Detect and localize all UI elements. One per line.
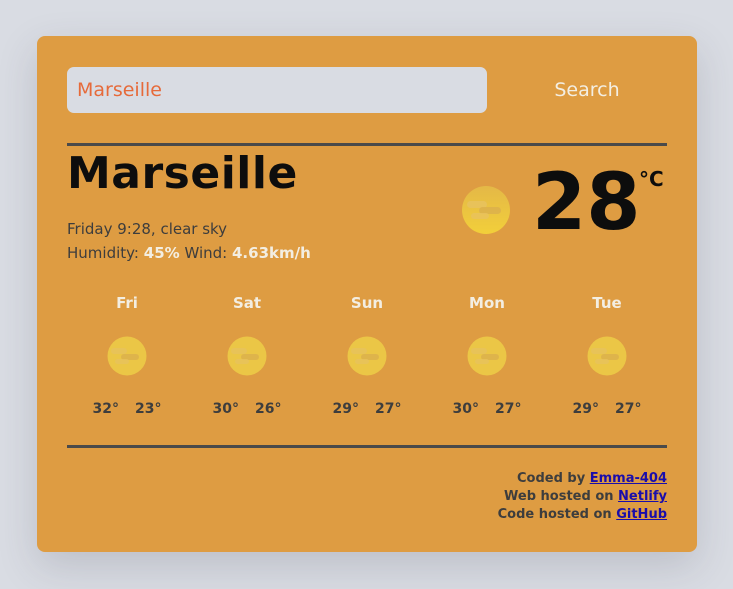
forecast-day: Fri 32° 23° [67, 294, 187, 424]
sun-cloud-icon [462, 186, 510, 234]
forecast-day-name: Sun [350, 294, 384, 312]
search-input[interactable] [67, 67, 487, 113]
netlify-link[interactable]: Netlify [618, 489, 667, 504]
credit-code: Code hosted on GitHub [498, 506, 667, 524]
forecast-day-name: Sat [232, 294, 262, 312]
current-temperature: 28 [532, 158, 641, 248]
forecast-day-name: Fri [116, 294, 138, 312]
forecast-temps: 32° 23° [67, 401, 187, 417]
forecast-day: Mon 30° 27° [427, 294, 547, 424]
credit-code-prefix: Code hosted on [497, 507, 612, 522]
forecast-day: Tue 29° 27° [547, 294, 667, 424]
forecast-max: 30° [212, 401, 239, 417]
forecast-day: Sat 30° 26° [187, 294, 307, 424]
forecast-temps: 29° 27° [307, 401, 427, 417]
forecast-min: 27° [375, 401, 402, 417]
forecast-temps: 30° 27° [427, 401, 547, 417]
weather-details: Friday 9:28, clear sky Humidity: 45% Win… [67, 217, 311, 265]
bottom-divider [67, 445, 667, 448]
sun-cloud-icon [467, 336, 507, 376]
credit-hosted: Web hosted on Netlify [498, 488, 667, 506]
forecast-min: 27° [615, 401, 642, 417]
wind-label: Wind: [184, 244, 228, 262]
city-name: Marseille [67, 148, 298, 199]
sun-cloud-icon [227, 336, 267, 376]
humidity-label: Humidity: [67, 244, 139, 262]
github-link[interactable]: GitHub [616, 507, 667, 522]
search-button[interactable]: Search [507, 67, 667, 113]
sun-cloud-icon [347, 336, 387, 376]
wind-value: 4.63km/h [232, 244, 311, 262]
sun-cloud-icon [587, 336, 627, 376]
credit-coded-prefix: Coded by [516, 471, 586, 486]
forecast-day-name: Mon [469, 294, 505, 312]
forecast-min: 27° [495, 401, 522, 417]
top-divider [67, 143, 667, 146]
credits: Coded by Emma-404 Web hosted on Netlify … [498, 470, 667, 524]
forecast-min: 23° [135, 401, 162, 417]
forecast-max: 29° [332, 401, 359, 417]
forecast-temps: 29° 27° [547, 401, 667, 417]
humidity-value: 45% [143, 244, 180, 262]
weather-card: Search Marseille Friday 9:28, clear sky … [37, 36, 697, 552]
credit-coded: Coded by Emma-404 [498, 470, 667, 488]
author-link[interactable]: Emma-404 [590, 471, 667, 486]
search-form: Search [67, 67, 667, 113]
forecast-row: Fri 32° 23° Sat 30° 26° Sun 29° 27° Mon … [67, 294, 667, 424]
forecast-max: 30° [452, 401, 479, 417]
date-description: Friday 9:28, clear sky [67, 220, 228, 238]
credit-hosted-prefix: Web hosted on [504, 489, 614, 504]
forecast-max: 32° [92, 401, 119, 417]
forecast-day-name: Tue [592, 294, 622, 312]
humidity-wind-line: Humidity: 45% Wind: 4.63km/h [67, 241, 311, 265]
temperature-unit-celsius[interactable]: °C [639, 167, 664, 191]
forecast-temps: 30° 26° [187, 401, 307, 417]
forecast-max: 29° [572, 401, 599, 417]
forecast-day: Sun 29° 27° [307, 294, 427, 424]
forecast-min: 26° [255, 401, 282, 417]
sun-cloud-icon [107, 336, 147, 376]
